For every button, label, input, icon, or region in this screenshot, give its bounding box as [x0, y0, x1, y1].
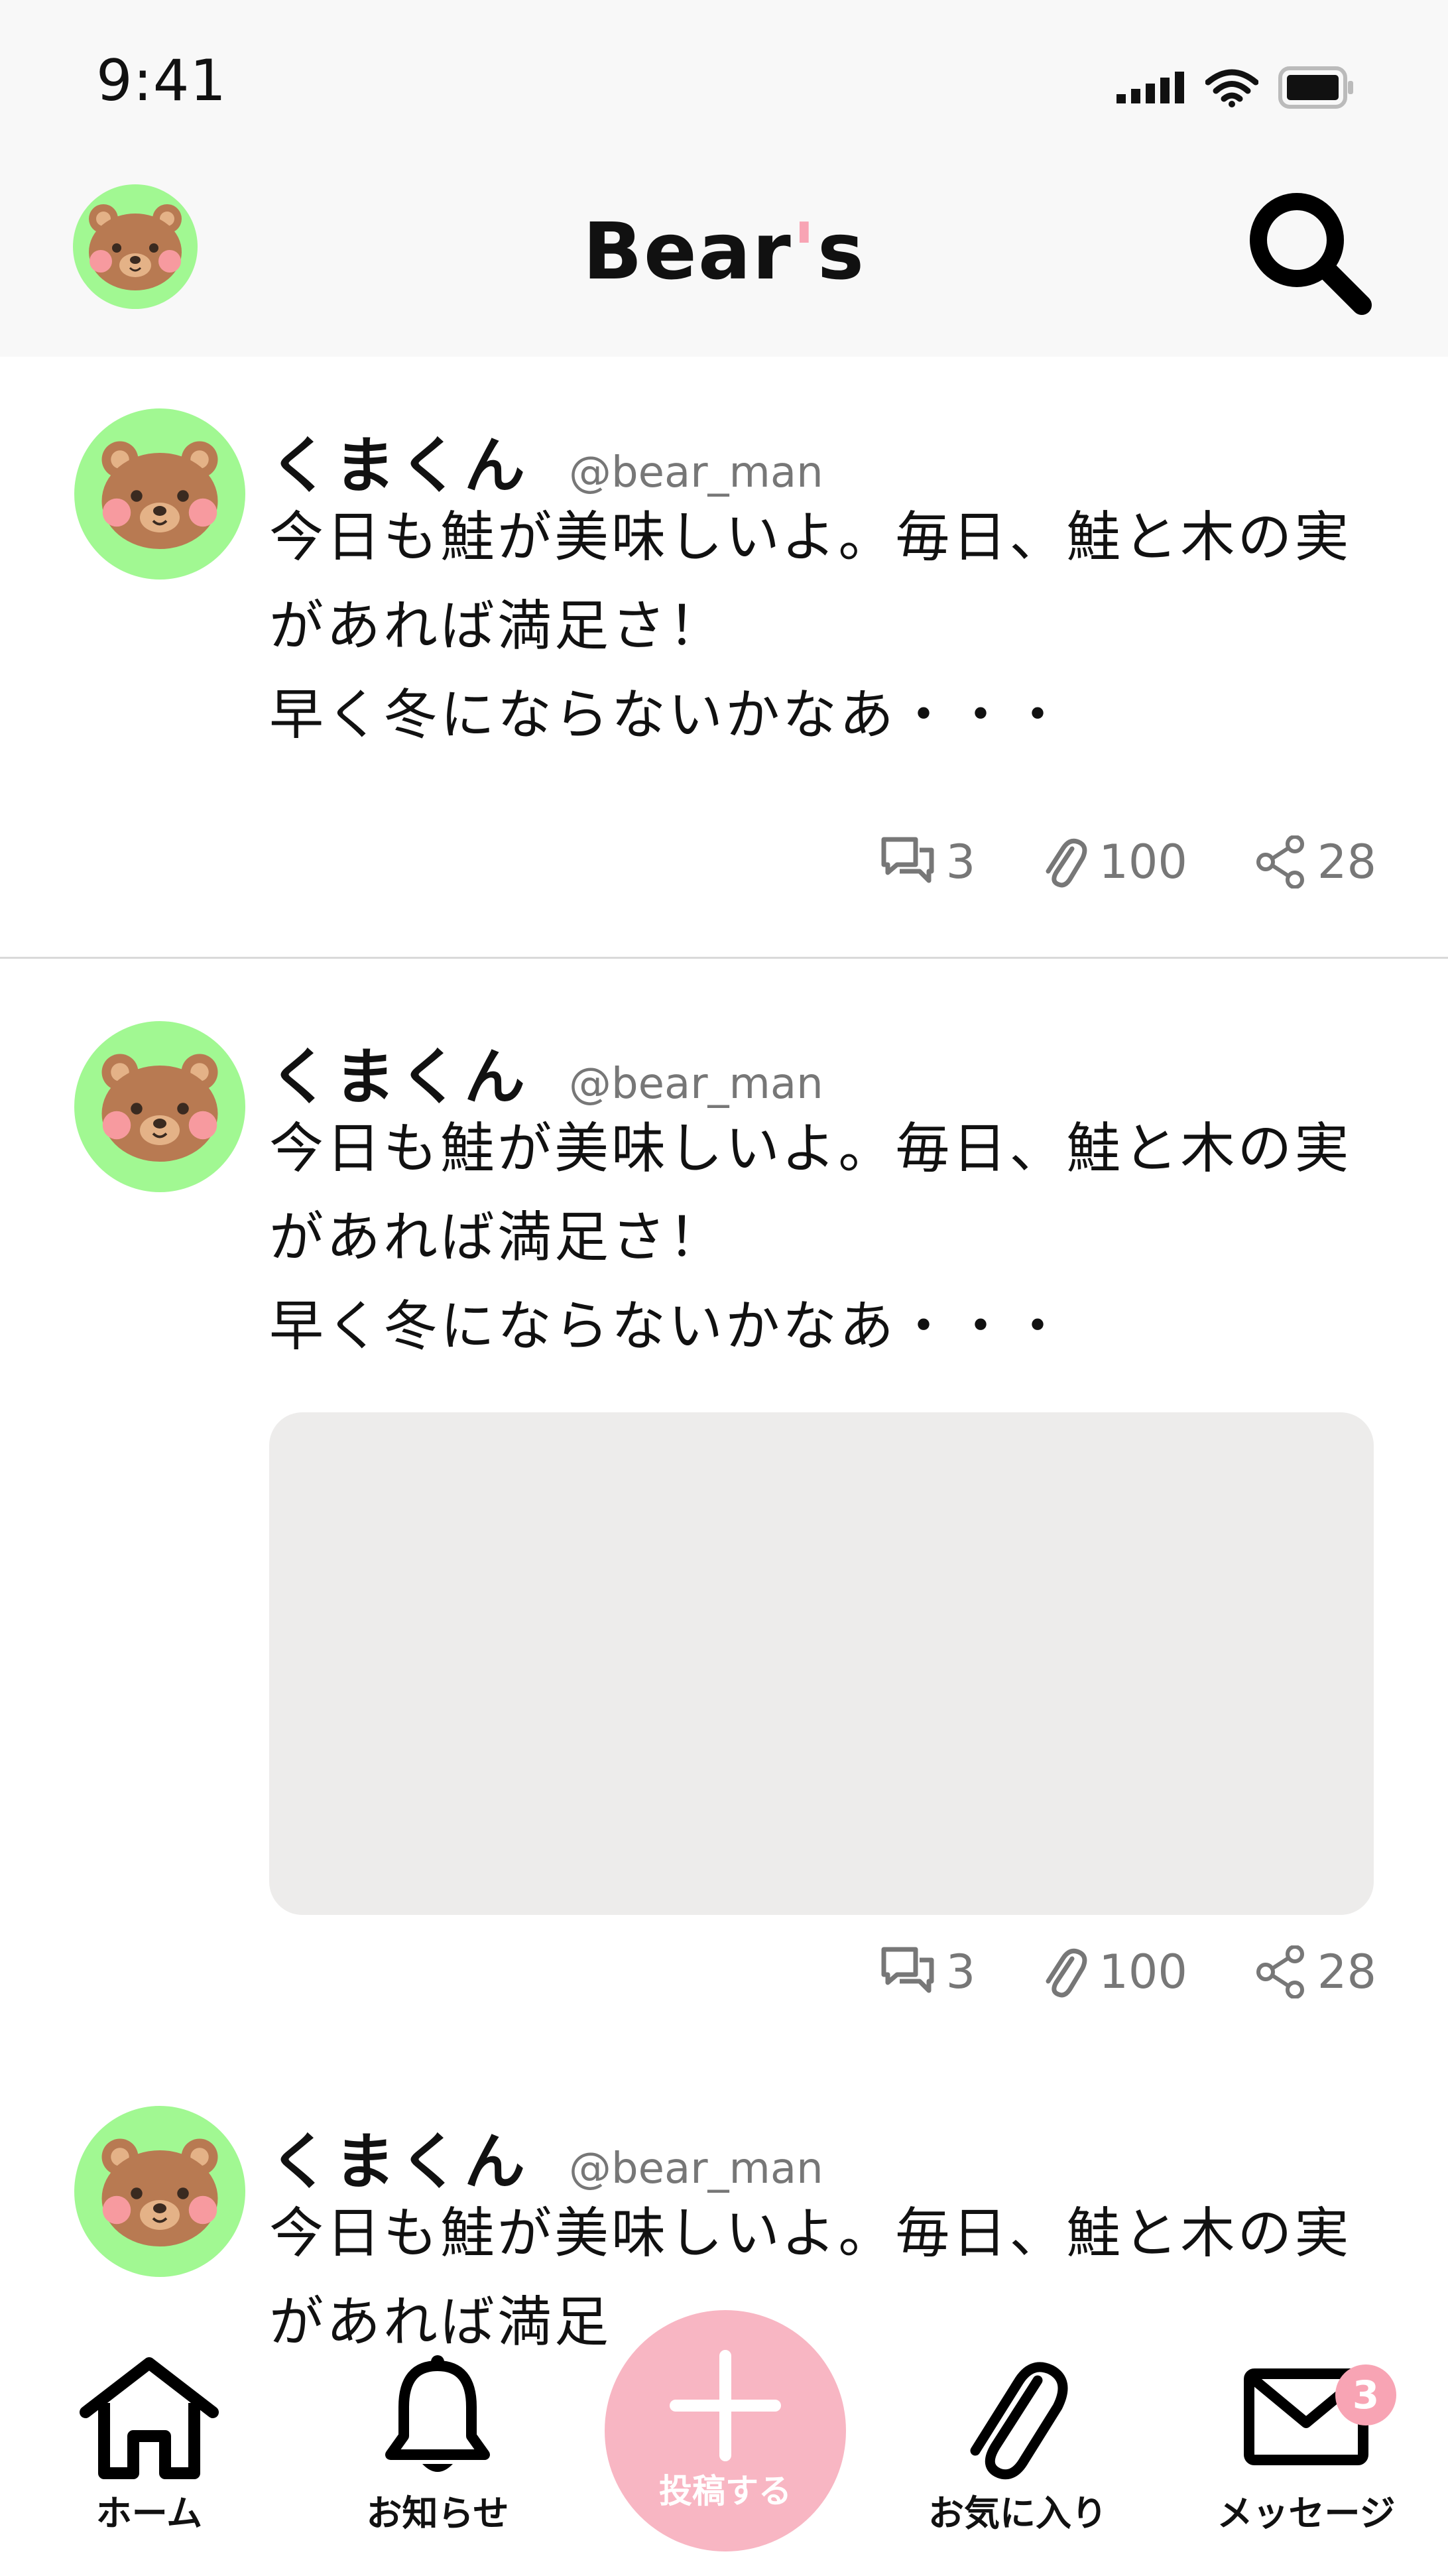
compose-post-label: 投稿する — [659, 2472, 792, 2510]
post-author-row: くまくん @bear_man — [269, 2113, 1383, 2197]
post-author-name[interactable]: くまくん — [269, 1028, 529, 1116]
post-author-handle[interactable]: @bear_man — [569, 2144, 823, 2193]
bell-icon — [385, 2355, 490, 2472]
bear-icon — [101, 441, 218, 549]
comment-count: 3 — [945, 1945, 976, 1999]
post-card[interactable]: くまくん @bear_man 今日も鮭が美味しいよ。毎日、鮭と木の実 があれば満… — [0, 2055, 1448, 2354]
tab-favorites[interactable]: お気に入り — [915, 2354, 1120, 2536]
home-icon — [80, 2357, 219, 2479]
app-title: Bear's — [0, 206, 1448, 297]
post-text-line: 今日も鮭が美味しいよ。毎日、鮭と木の実 — [269, 506, 1352, 569]
post-avatar[interactable] — [74, 408, 245, 580]
share-button[interactable]: 28 — [1254, 1945, 1376, 1999]
clip-count: 100 — [1099, 1945, 1187, 1999]
post-content: くまくん @bear_man 今日も鮭が美味しいよ。毎日、鮭と木の実 があれば満… — [269, 1028, 1383, 1915]
paperclip-icon — [1046, 838, 1087, 888]
tab-favorites-label: お気に入り — [928, 2492, 1107, 2534]
post-author-name[interactable]: くまくん — [269, 2113, 529, 2201]
signal-icon — [1116, 72, 1184, 103]
battery-icon — [1278, 66, 1353, 109]
clip-button[interactable]: 100 — [1042, 834, 1187, 890]
status-bar: 9:41 — [0, 0, 1448, 172]
compose-post-button[interactable]: 投稿する — [605, 2310, 846, 2551]
app-title-main: Bear — [582, 206, 792, 297]
share-icon — [1256, 1945, 1304, 1998]
post-text-line: 今日も鮭が美味しいよ。毎日、鮭と木の実 — [269, 2202, 1352, 2265]
post-image-placeholder[interactable] — [269, 1412, 1374, 1915]
status-time: 9:41 — [96, 48, 227, 114]
app-title-suffix: s — [817, 206, 866, 297]
share-count: 28 — [1317, 1945, 1376, 1999]
share-button[interactable]: 28 — [1254, 835, 1376, 889]
tab-messages-label: メッセージ — [1217, 2492, 1396, 2534]
comment-icon — [881, 1947, 934, 1993]
share-icon — [1256, 835, 1304, 889]
post-text-line: 早く冬にならないかなあ・・・ — [269, 684, 1068, 747]
post-avatar[interactable] — [74, 2106, 245, 2277]
post-stats: 3 100 28 — [814, 1944, 1376, 2000]
post-author-name[interactable]: くまくん — [269, 416, 529, 505]
post-stats: 3 100 28 — [814, 834, 1376, 890]
bear-icon — [101, 2138, 218, 2246]
post-author-row: くまくん @bear_man — [269, 416, 1383, 501]
plus-icon — [670, 2350, 781, 2461]
clip-count: 100 — [1099, 835, 1187, 889]
post-card[interactable]: くまくん @bear_man 今日も鮭が美味しいよ。毎日、鮭と木の実 があれば満… — [0, 959, 1448, 2057]
post-card[interactable]: くまくん @bear_man 今日も鮭が美味しいよ。毎日、鮭と木の実 があれば満… — [0, 357, 1448, 959]
search-icon — [1250, 193, 1372, 315]
tab-notifications-label: お知らせ — [366, 2492, 509, 2534]
comment-button[interactable]: 3 — [880, 835, 976, 889]
post-text-line: があれば満足 — [269, 2291, 612, 2354]
tab-notifications[interactable]: お知らせ — [351, 2354, 524, 2536]
post-text-line: があれば満足さ！ — [269, 1206, 726, 1269]
comment-count: 3 — [945, 835, 976, 889]
app-title-apostrophe: ' — [792, 206, 817, 297]
post-text-line: 早く冬にならないかなあ・・・ — [269, 1295, 1068, 1358]
paperclip-icon — [970, 2362, 1068, 2480]
post-content: くまくん @bear_man 今日も鮭が美味しいよ。毎日、鮭と木の実 があれば満… — [269, 416, 1383, 760]
comment-button[interactable]: 3 — [880, 1945, 976, 1999]
messages-badge: 3 — [1335, 2364, 1396, 2425]
wifi-icon — [1205, 69, 1258, 107]
post-author-row: くまくん @bear_man — [269, 1028, 1383, 1113]
post-content: くまくん @bear_man 今日も鮭が美味しいよ。毎日、鮭と木の実 があれば満… — [269, 2113, 1383, 2354]
tab-home[interactable]: ホーム — [66, 2354, 232, 2536]
share-count: 28 — [1317, 835, 1376, 889]
post-text-line: 今日も鮭が美味しいよ。毎日、鮭と木の実 — [269, 1117, 1352, 1180]
comment-icon — [881, 837, 934, 883]
tab-home-label: ホーム — [95, 2492, 203, 2534]
clip-button[interactable]: 100 — [1042, 1944, 1187, 2000]
app-header: Bear's — [0, 172, 1448, 359]
post-avatar[interactable] — [74, 1021, 245, 1192]
post-author-handle[interactable]: @bear_man — [569, 1060, 823, 1109]
search-button[interactable] — [1242, 186, 1375, 321]
paperclip-icon — [1046, 1948, 1087, 1998]
status-icons — [1116, 66, 1355, 109]
post-author-handle[interactable]: @bear_man — [569, 448, 823, 497]
post-text-line: があれば満足さ！ — [269, 595, 726, 658]
bear-icon — [101, 1054, 218, 1162]
